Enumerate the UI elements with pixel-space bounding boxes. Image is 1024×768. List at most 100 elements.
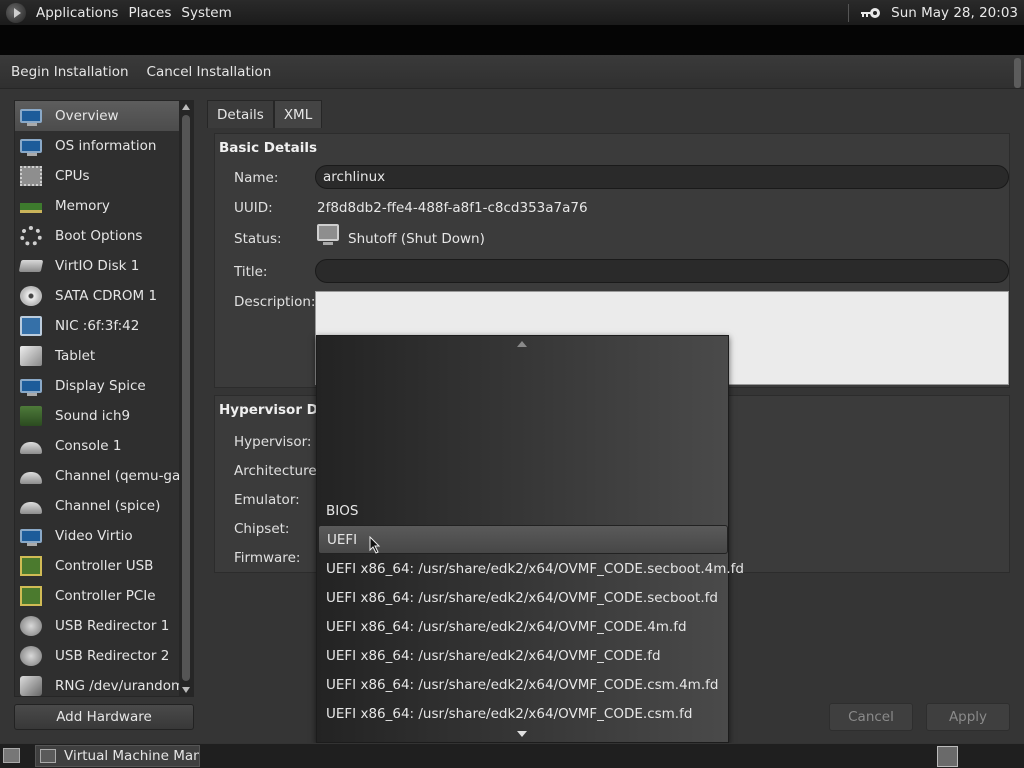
sound-icon (20, 406, 42, 426)
scroll-down-arrow-icon[interactable] (182, 687, 190, 693)
sidebar-item-label: Boot Options (55, 228, 143, 244)
firmware-option[interactable]: UEFI x86_64: /usr/share/edk2/x64/OVMF_CO… (318, 641, 728, 670)
system-menu[interactable]: System (181, 5, 231, 21)
monitor-icon (20, 139, 42, 156)
tab-details[interactable]: Details (207, 100, 274, 128)
firmware-option-list: BIOS UEFI UEFI x86_64: /usr/share/edk2/x64… (318, 496, 744, 728)
bottom-panel: Virtual Machine Man... (0, 743, 1024, 768)
applications-logo-icon[interactable] (6, 2, 26, 23)
scrollbar-thumb[interactable] (182, 115, 190, 681)
sidebar-item-label: USB Redirector 1 (55, 618, 170, 634)
cancel-button[interactable]: Cancel (829, 703, 913, 731)
emulator-label: Emulator: (234, 492, 300, 508)
description-label: Description: (234, 294, 316, 310)
architecture-label: Architecture: (234, 463, 322, 479)
monitor-icon (20, 109, 42, 126)
tab-xml[interactable]: XML (273, 100, 323, 128)
rng-icon (20, 676, 42, 696)
monitor-icon (20, 379, 42, 396)
sidebar-item-label: Overview (55, 108, 119, 124)
details-tabs: Details XML (207, 100, 323, 128)
firmware-option[interactable]: UEFI x86_64: /usr/share/edk2/x64/OVMF_CO… (318, 612, 728, 641)
sidebar-item-label: Controller USB (55, 558, 154, 574)
sidebar-item-label: Memory (55, 198, 110, 214)
status-label: Status: (234, 231, 282, 247)
sidebar-item-label: USB Redirector 2 (55, 648, 170, 664)
sidebar-item-usb-redirector-2[interactable]: USB Redirector 2 (15, 641, 193, 671)
gears-icon (20, 226, 42, 246)
sidebar-item-nic-6f-3f-42[interactable]: NIC :6f:3f:42 (15, 311, 193, 341)
sidebar-item-label: Console 1 (55, 438, 122, 454)
sidebar-item-controller-usb[interactable]: Controller USB (15, 551, 193, 581)
scroll-up-arrow-icon[interactable] (182, 104, 190, 110)
workspace-switcher[interactable] (937, 746, 958, 767)
firmware-option[interactable]: BIOS (318, 496, 728, 525)
sidebar-item-rng-dev-urandom[interactable]: RNG /dev/urandom (15, 671, 193, 696)
sidebar-item-boot-options[interactable]: Boot Options (15, 221, 193, 251)
sidebar-item-display-spice[interactable]: Display Spice (15, 371, 193, 401)
sidebar-item-channel-qemu-ga[interactable]: Channel (qemu-ga) (15, 461, 193, 491)
firmware-option[interactable]: UEFI x86_64: /usr/share/edk2/x64/OVMF_CO… (318, 670, 728, 699)
sidebar-item-sound-ich9[interactable]: Sound ich9 (15, 401, 193, 431)
hypervisor-label: Hypervisor: (234, 434, 312, 450)
name-label: Name: (234, 170, 279, 186)
taskbar-window-button[interactable]: Virtual Machine Man... (35, 745, 200, 767)
sidebar-item-memory[interactable]: Memory (15, 191, 193, 221)
sidebar-item-overview[interactable]: Overview (15, 101, 193, 131)
sidebar-item-cpus[interactable]: CPUs (15, 161, 193, 191)
window-scrollbar[interactable] (1014, 58, 1021, 88)
virt-manager-icon (40, 749, 56, 763)
basic-details-title: Basic Details (219, 140, 317, 156)
sidebar-item-channel-spice[interactable]: Channel (spice) (15, 491, 193, 521)
cancel-installation-button[interactable]: Cancel Installation (147, 64, 272, 80)
title-field[interactable] (315, 259, 1009, 283)
sidebar-item-virtio-disk-1[interactable]: VirtIO Disk 1 (15, 251, 193, 281)
sidebar-item-label: Channel (qemu-ga) (55, 468, 186, 484)
serial-icon (20, 502, 42, 514)
toolbar: Begin Installation Cancel Installation (0, 55, 1024, 89)
places-menu[interactable]: Places (128, 5, 171, 21)
sidebar-item-label: NIC :6f:3f:42 (55, 318, 140, 334)
network-icon (20, 316, 42, 336)
firmware-label: Firmware: (234, 550, 301, 566)
firmware-option[interactable]: UEFI x86_64: /usr/share/edk2/x64/OVMF_CO… (318, 583, 728, 612)
top-panel: Applications Places System Sun May 28, 2… (0, 0, 1024, 25)
add-hardware-button[interactable]: Add Hardware (14, 704, 194, 730)
hardware-list-scrollbar[interactable] (179, 101, 193, 696)
keyring-icon[interactable] (859, 7, 881, 19)
begin-installation-button[interactable]: Begin Installation (11, 64, 129, 80)
sidebar-item-os-information[interactable]: OS information (15, 131, 193, 161)
status-value: Shutoff (Shut Down) (348, 231, 485, 247)
shutoff-monitor-icon (317, 224, 339, 245)
sidebar-item-label: Sound ich9 (55, 408, 131, 424)
sidebar-item-usb-redirector-1[interactable]: USB Redirector 1 (15, 611, 193, 641)
menu-scroll-up-icon[interactable] (517, 341, 527, 347)
uuid-label: UUID: (234, 200, 273, 216)
tablet-icon (20, 346, 42, 366)
sidebar-item-label: OS information (55, 138, 157, 154)
usb-icon (20, 646, 42, 666)
disk-icon (18, 260, 44, 272)
applications-menu[interactable]: Applications (36, 5, 118, 21)
window-titlebar (0, 25, 1024, 55)
firmware-option[interactable]: UEFI x86_64: /usr/share/edk2/x64/OVMF_CO… (318, 699, 728, 728)
sidebar-item-console-1[interactable]: Console 1 (15, 431, 193, 461)
clock[interactable]: Sun May 28, 20:03 (891, 5, 1018, 21)
apply-button[interactable]: Apply (926, 703, 1010, 731)
sidebar-item-sata-cdrom-1[interactable]: SATA CDROM 1 (15, 281, 193, 311)
firmware-option[interactable]: UEFI x86_64: /usr/share/edk2/x64/OVMF_CO… (318, 554, 744, 583)
sidebar-item-label: CPUs (55, 168, 90, 184)
cpu-icon (20, 166, 42, 186)
monitor-icon (20, 529, 42, 546)
menu-scroll-down-icon[interactable] (517, 731, 527, 737)
sidebar-item-label: Display Spice (55, 378, 146, 394)
hardware-list[interactable]: Overview OS information CPUs Memory Boot Opt… (14, 100, 194, 697)
show-desktop-icon[interactable] (3, 748, 20, 763)
system-tray: Sun May 28, 20:03 (848, 3, 1024, 22)
sidebar-item-label: Channel (spice) (55, 498, 161, 514)
taskbar-window-label: Virtual Machine Man... (64, 748, 200, 764)
sidebar-item-video-virtio[interactable]: Video Virtio (15, 521, 193, 551)
sidebar-item-tablet[interactable]: Tablet (15, 341, 193, 371)
sidebar-item-controller-pcie[interactable]: Controller PCIe (15, 581, 193, 611)
name-field[interactable]: archlinux (315, 165, 1009, 189)
